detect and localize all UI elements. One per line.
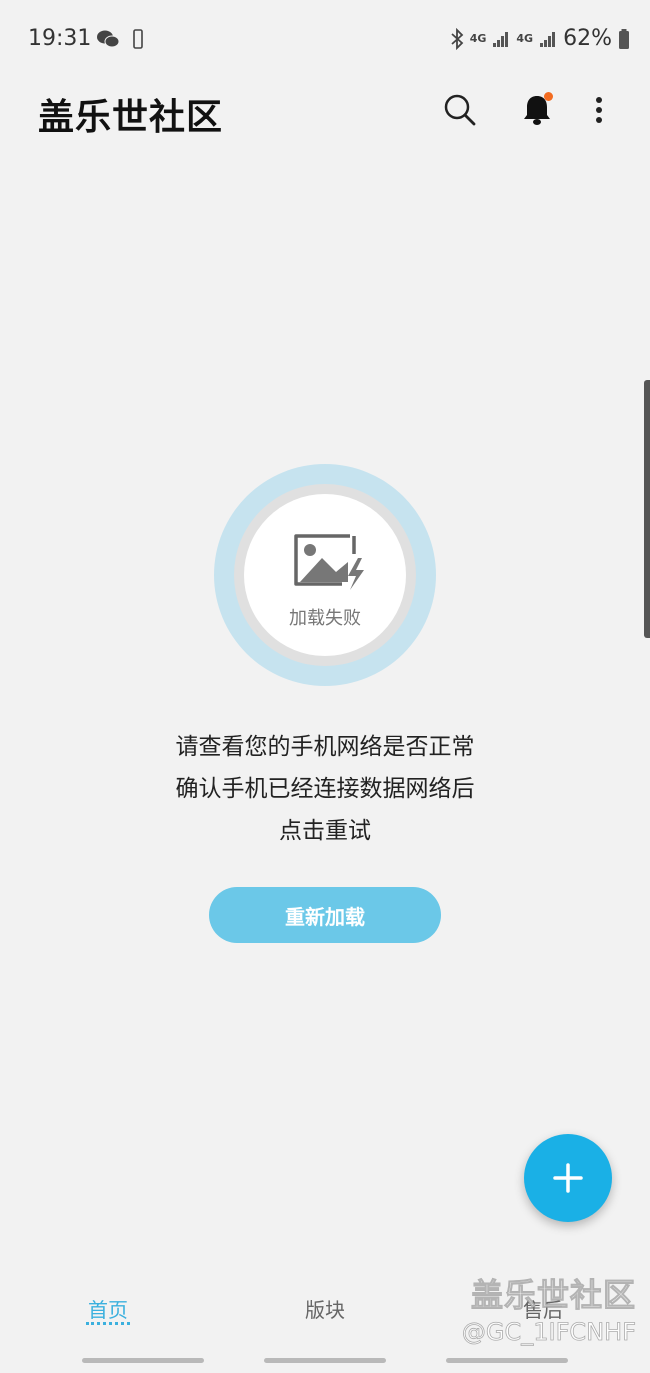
phone-icon: [133, 29, 143, 49]
edge-panel-handle[interactable]: [644, 380, 650, 638]
more-vertical-icon: [596, 97, 602, 123]
more-options-button[interactable]: [577, 88, 621, 132]
broken-image-icon: [294, 534, 364, 590]
watermark-user: @GC_1IFCNHF: [461, 1318, 637, 1347]
gesture-bar: [264, 1358, 386, 1363]
search-button[interactable]: [438, 88, 482, 132]
active-tab-indicator: [86, 1322, 130, 1325]
tab-sections[interactable]: 版块: [265, 1294, 385, 1323]
gesture-bar: [446, 1358, 568, 1363]
load-failed-label: 加载失败: [289, 608, 361, 629]
error-message: 请查看您的手机网络是否正常 确认手机已经连接数据网络后 点击重试: [75, 726, 575, 852]
error-message-line: 确认手机已经连接数据网络后: [175, 776, 475, 802]
network-label-2: 4G: [516, 32, 534, 45]
notification-dot: [544, 92, 553, 101]
watermark-title: 盖乐世社区: [470, 1276, 636, 1315]
reload-button[interactable]: 重新加载: [209, 887, 441, 943]
status-indicators: 4G 4G 62%: [450, 26, 630, 51]
network-label-1: 4G: [469, 32, 487, 45]
battery-percent: 62%: [563, 26, 612, 51]
search-icon: [444, 94, 476, 126]
status-time: 19:31: [28, 26, 92, 51]
status-bar: 19:31 4G 4G 62%: [0, 0, 650, 80]
plus-icon: [553, 1163, 583, 1193]
error-message-line: 请查看您的手机网络是否正常: [175, 734, 475, 760]
error-message-line: 点击重试: [279, 818, 371, 844]
tab-home[interactable]: 首页: [48, 1294, 168, 1323]
signal-icon-2: [540, 31, 556, 47]
load-failed-illustration: 加载失败: [214, 464, 436, 686]
signal-icon-1: [493, 31, 509, 47]
create-post-fab[interactable]: [524, 1134, 612, 1222]
notifications-button[interactable]: [515, 88, 559, 132]
gesture-bar: [82, 1358, 204, 1363]
bluetooth-icon: [451, 27, 464, 50]
battery-icon: [619, 28, 629, 49]
app-title: 盖乐世社区: [38, 97, 224, 138]
wechat-icon: [97, 30, 120, 48]
